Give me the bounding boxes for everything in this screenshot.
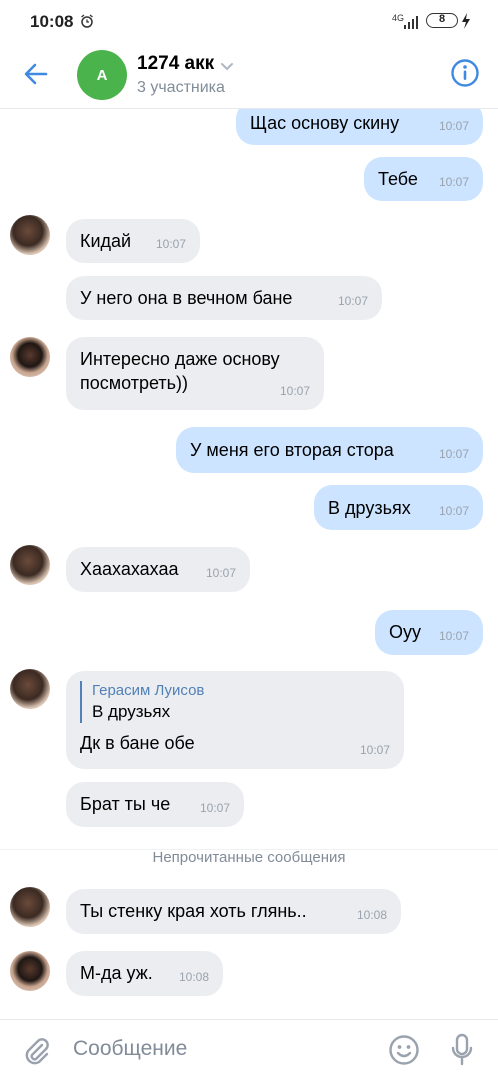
message-text: Интересно даже основу	[80, 349, 280, 369]
unread-label: Непрочитанные сообщения	[152, 849, 346, 866]
message-bubble[interactable]: У него она в вечном бане 10:07	[66, 276, 382, 320]
emoji-icon[interactable]	[388, 1034, 420, 1066]
reply-author: Герасим Луисов	[92, 682, 205, 699]
sender-avatar[interactable]	[10, 545, 50, 585]
message-time: 10:07	[438, 175, 469, 189]
message-bubble[interactable]: Интересно даже основу посмотреть)) 10:07	[66, 337, 324, 410]
unread-divider: Непрочитанные сообщения	[0, 849, 498, 869]
message-time: 10:07	[279, 384, 310, 398]
sender-avatar[interactable]	[10, 337, 50, 377]
message-bubble[interactable]: У меня его вторая стора 10:07	[176, 427, 483, 473]
message-bubble[interactable]: Герасим Луисов В друзьях Дк в бане обе 1…	[66, 671, 404, 769]
message-time: 10:07	[438, 629, 469, 643]
message-time: 10:07	[155, 237, 186, 251]
message-list[interactable]: Щас основу скину 10:07 Тебе 10:07 Кидай …	[0, 109, 498, 1019]
message-bubble[interactable]: Оуу 10:07	[375, 610, 483, 655]
chevron-down-icon[interactable]	[220, 61, 234, 71]
message-bubble[interactable]: Ты стенку края хоть глянь.. 10:08	[66, 889, 401, 934]
sender-avatar[interactable]	[10, 951, 50, 991]
microphone-icon[interactable]	[450, 1033, 474, 1067]
message-input[interactable]: Сообщение	[73, 1037, 187, 1061]
message-bubble[interactable]: Хаахахахаа 10:07	[66, 547, 250, 592]
message-text: Щас основу скину	[250, 113, 400, 133]
avatar-letter: A	[96, 66, 108, 84]
sender-avatar[interactable]	[10, 215, 50, 255]
message-time: 10:07	[438, 447, 469, 461]
signal-icon	[404, 16, 418, 29]
participants-count: 3 участника	[137, 79, 225, 96]
message-bubble[interactable]: В друзьях 10:07	[314, 485, 483, 530]
charging-icon	[462, 13, 470, 29]
chat-title[interactable]: 1274 акк	[137, 53, 214, 75]
sender-avatar[interactable]	[10, 669, 50, 709]
message-time: 10:07	[438, 504, 469, 518]
message-text: посмотреть))	[80, 373, 189, 393]
message-bubble[interactable]: Брат ты че 10:07	[66, 782, 244, 827]
sender-avatar[interactable]	[10, 887, 50, 927]
reply-quote[interactable]: Герасим Луисов В друзьях	[80, 681, 390, 723]
chat-avatar[interactable]: A	[77, 50, 127, 100]
message-bubble[interactable]: Щас основу скину 10:07	[236, 109, 483, 145]
message-time: 10:07	[359, 743, 390, 757]
reply-text: В друзьях	[92, 702, 171, 721]
message-text: Дк в бане обе	[80, 733, 195, 753]
message-time: 10:07	[199, 801, 230, 815]
message-text: У него она в вечном бане	[80, 288, 293, 308]
paperclip-icon[interactable]	[22, 1036, 50, 1066]
message-time: 10:08	[356, 908, 387, 922]
status-bar: 10:08 4G 8	[0, 0, 498, 44]
message-text: У меня его вторая стора	[190, 440, 394, 460]
chat-header: A 1274 акк 3 участника	[0, 44, 498, 109]
alarm-icon	[81, 14, 93, 28]
battery-icon: 8	[426, 13, 458, 28]
status-time: 10:08	[30, 12, 74, 31]
message-time: 10:07	[337, 294, 368, 308]
info-icon[interactable]	[450, 58, 480, 88]
message-composer: Сообщение	[0, 1019, 498, 1081]
message-text: Ты стенку края хоть глянь..	[80, 901, 307, 921]
message-bubble[interactable]: М-да уж. 10:08	[66, 951, 223, 996]
battery-level: 8	[438, 13, 446, 25]
message-bubble[interactable]: Тебе 10:07	[364, 157, 483, 201]
message-time: 10:08	[178, 970, 209, 984]
message-bubble[interactable]: Кидай 10:07	[66, 219, 200, 263]
back-arrow-icon[interactable]	[22, 60, 50, 88]
message-time: 10:07	[205, 566, 236, 580]
message-time: 10:07	[438, 119, 469, 133]
